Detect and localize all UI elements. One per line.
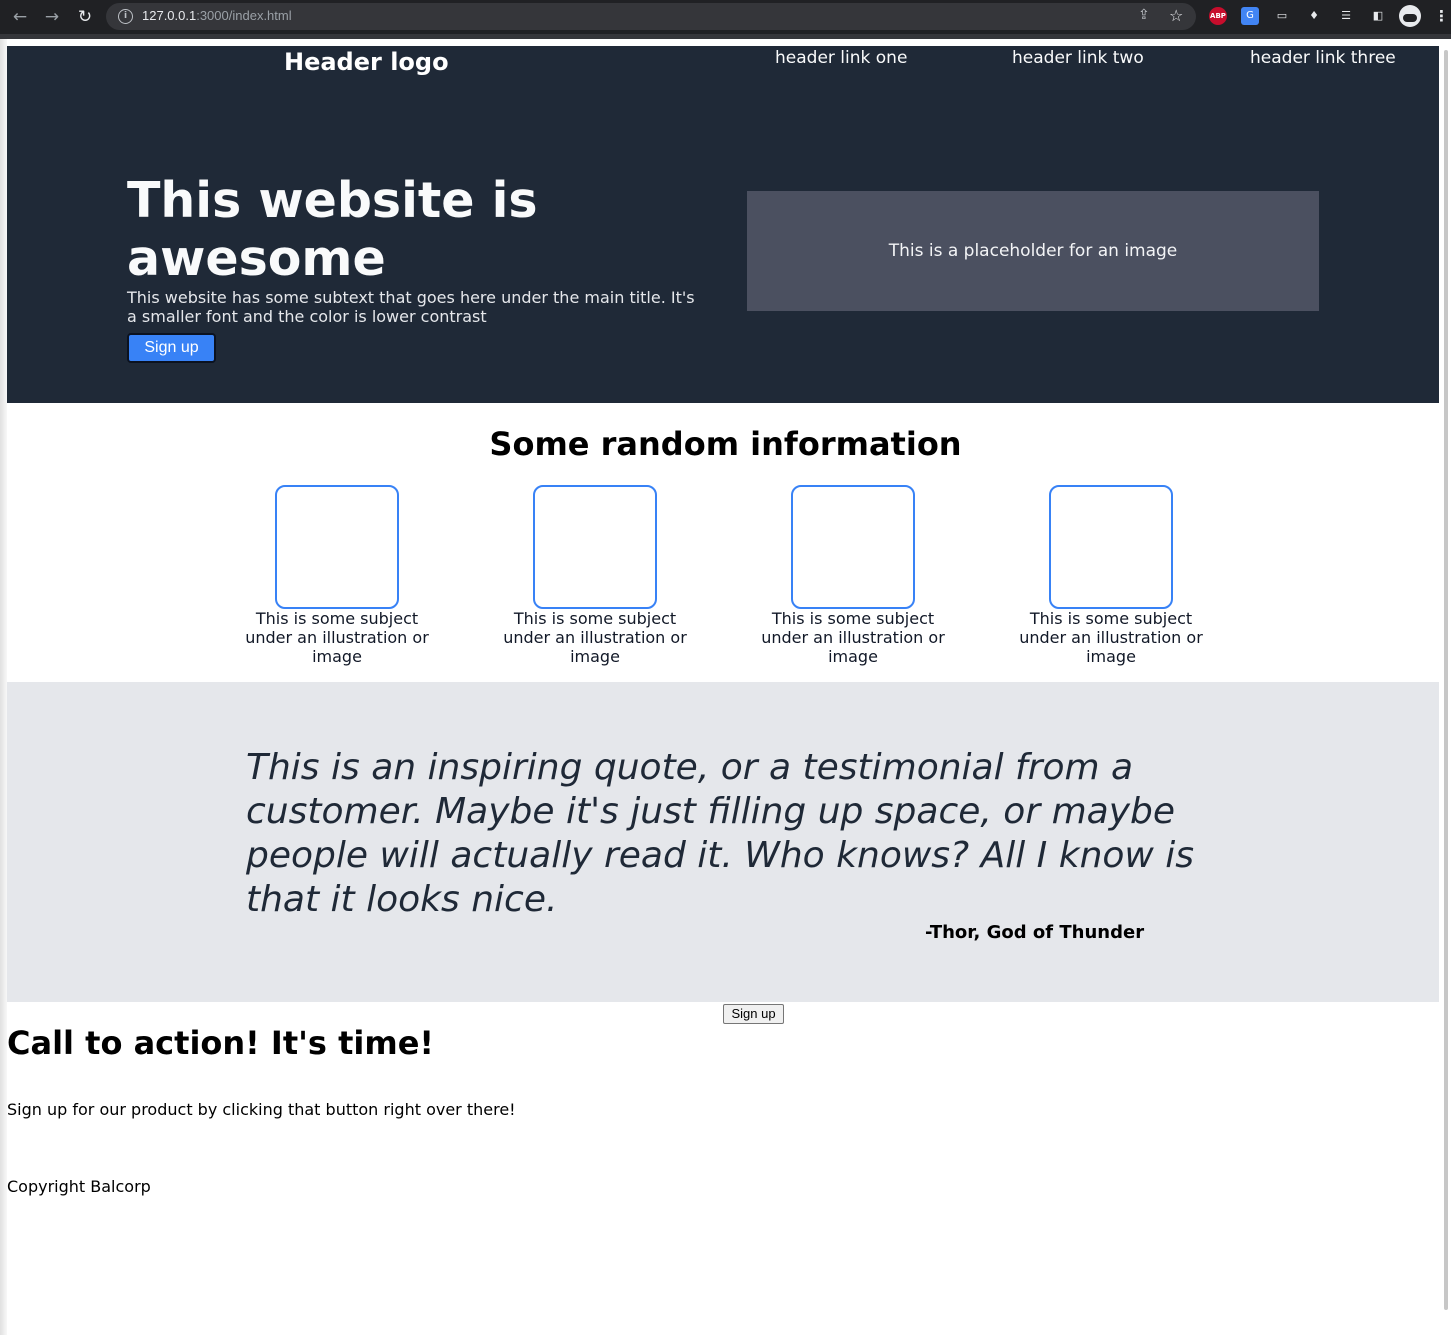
profile-avatar[interactable] <box>1399 5 1421 27</box>
extensions-icon[interactable]: ♦ <box>1305 7 1323 25</box>
header-link-one[interactable]: header link one <box>775 48 907 68</box>
url-text[interactable]: 127.0.0.1:3000/index.html <box>142 8 292 23</box>
translate-icon[interactable]: G <box>1241 7 1259 25</box>
footer-copyright: Copyright Balcorp <box>7 1177 151 1196</box>
quote-author: -Thor, God of Thunder <box>925 922 1145 943</box>
hero-subtitle: This website has some subtext that goes … <box>127 288 695 326</box>
info-icon[interactable]: i <box>118 9 133 24</box>
share-icon[interactable]: ⇪ <box>1138 7 1156 25</box>
cta-text: Sign up for our product by clicking that… <box>7 1100 516 1119</box>
card-illustration <box>791 485 915 609</box>
card-caption: This is some subject under an illustrati… <box>245 609 429 666</box>
card-illustration <box>533 485 657 609</box>
browser-toolbar: ← → ↻ i 127.0.0.1:3000/index.html ⇪ ☆ AB… <box>0 0 1451 34</box>
hero-section: Header logo header link one header link … <box>7 46 1439 403</box>
adblock-icon[interactable]: ABP <box>1209 7 1227 25</box>
address-bar[interactable]: i 127.0.0.1:3000/index.html ⇪ ☆ <box>106 3 1196 30</box>
placeholder-text: This is a placeholder for an image <box>888 241 1178 261</box>
header-link-three[interactable]: header link three <box>1250 48 1396 68</box>
card-caption: This is some subject under an illustrati… <box>761 609 945 666</box>
hero-title: This website is awesome <box>127 172 538 287</box>
url-host: 127.0.0.1 <box>142 8 197 23</box>
reload-icon[interactable]: ↻ <box>74 6 96 28</box>
hero-signup-button[interactable]: Sign up <box>127 333 216 363</box>
card-illustration <box>1049 485 1173 609</box>
scrollbar-thumb[interactable] <box>1444 50 1448 1310</box>
more-menu-icon[interactable]: ⋮ <box>1434 6 1449 28</box>
url-path: :3000/index.html <box>196 8 292 23</box>
cta-signup-button[interactable]: Sign up <box>723 1004 784 1024</box>
header-logo[interactable]: Header logo <box>284 48 449 76</box>
cta-title: Call to action! It's time! <box>7 1024 434 1062</box>
forward-arrow-icon[interactable]: → <box>41 6 63 28</box>
toolbar-divider <box>0 34 1451 39</box>
hero-image-placeholder: This is a placeholder for an image <box>747 191 1319 311</box>
header-link-two[interactable]: header link two <box>1012 48 1144 68</box>
card-caption: This is some subject under an illustrati… <box>1019 609 1203 666</box>
quote-text: This is an inspiring quote, or a testimo… <box>246 747 1195 920</box>
info-section-title: Some random information <box>489 425 962 463</box>
star-icon[interactable]: ☆ <box>1169 6 1187 25</box>
quote-section: This is an inspiring quote, or a testimo… <box>7 682 1439 1002</box>
card-illustration <box>275 485 399 609</box>
page-edge-shadow <box>0 39 7 1335</box>
cast-icon[interactable]: ▭ <box>1273 7 1291 25</box>
card-caption: This is some subject under an illustrati… <box>503 609 687 666</box>
side-panel-icon[interactable]: ◧ <box>1369 7 1387 25</box>
media-icon[interactable]: ☰ <box>1337 7 1355 25</box>
back-arrow-icon[interactable]: ← <box>9 6 31 28</box>
